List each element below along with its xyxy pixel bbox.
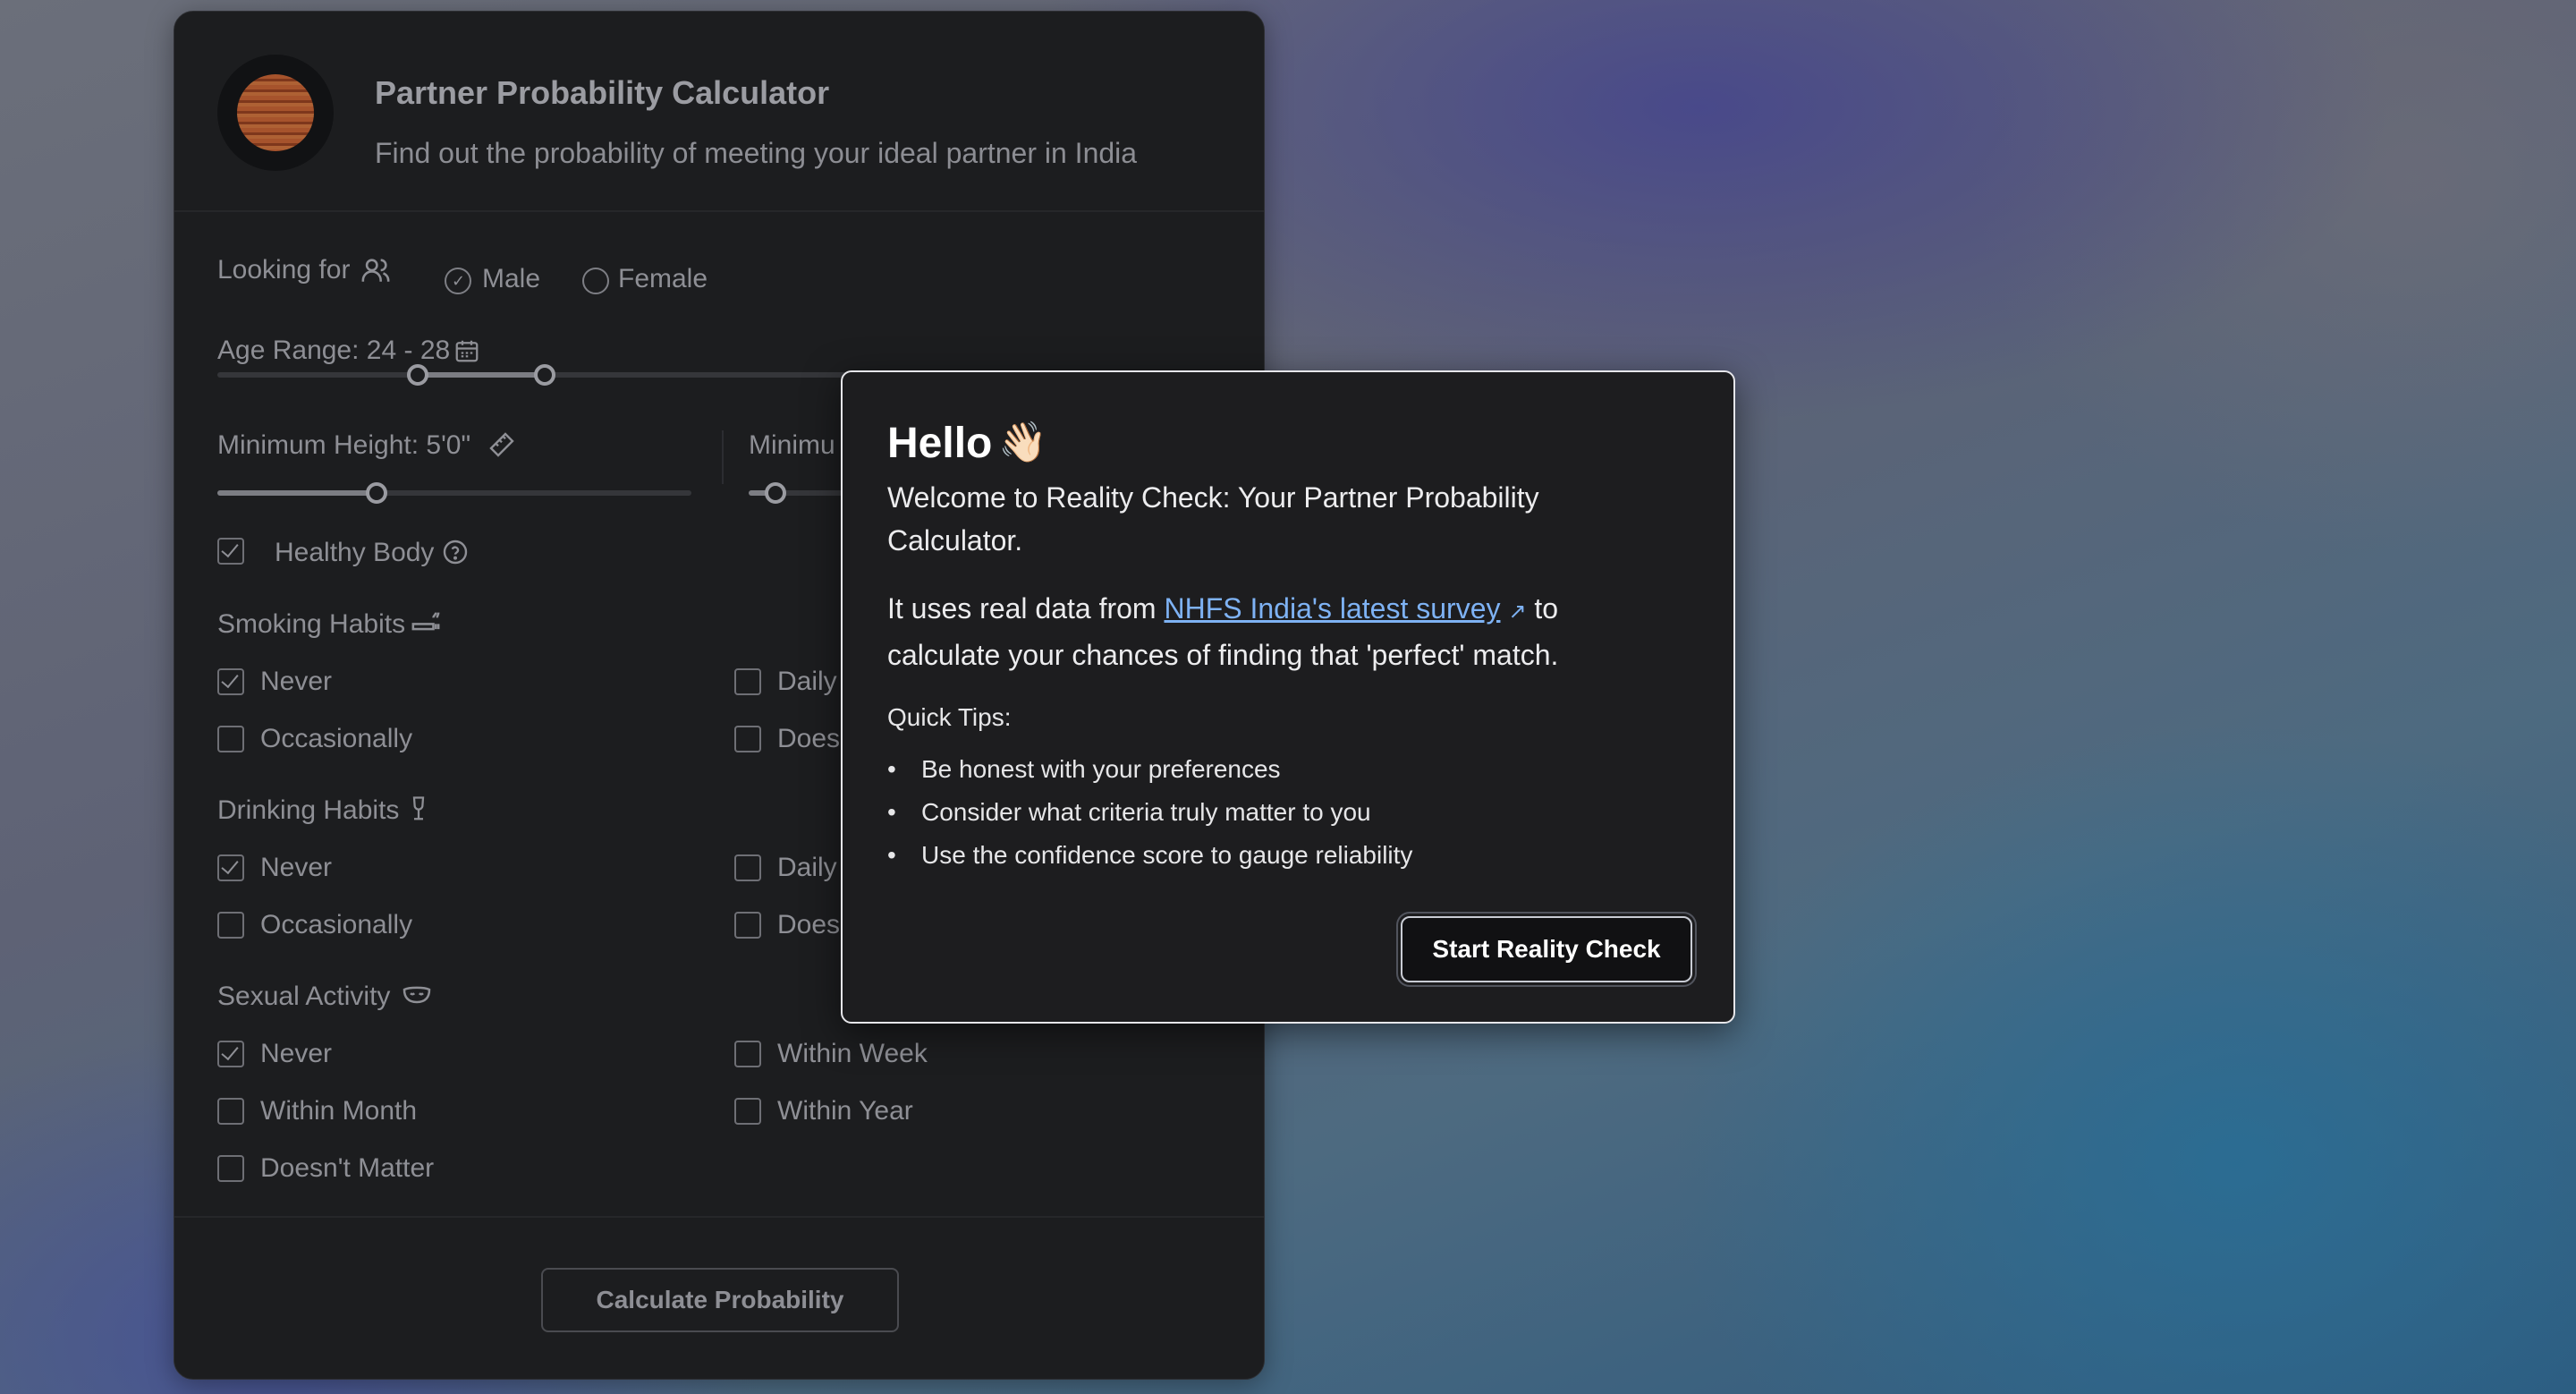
dialog-title: Hello (887, 420, 993, 467)
drinking-occasionally-label[interactable]: Occasionally (260, 910, 412, 940)
age-range-label: Age Range: 24 - 28 (217, 336, 451, 365)
list-item: Be honest with your preferences (887, 748, 1412, 791)
dialog-description: It uses real data from NHFS India's late… (887, 587, 1674, 676)
checkmark-icon (221, 855, 239, 875)
drinking-doesnt-matter-label[interactable]: Does (777, 910, 840, 940)
card-header: Partner Probability Calculator Find out … (174, 12, 1264, 212)
drinking-never-checkbox[interactable] (217, 854, 244, 881)
sexual-within-month-checkbox[interactable] (217, 1098, 244, 1125)
dialog-welcome-text: Welcome to Reality Check: Your Partner P… (887, 481, 1539, 557)
checkmark-icon (221, 1041, 239, 1061)
description-text-before: It uses real data from (887, 592, 1165, 625)
users-icon (361, 259, 390, 282)
smoking-daily-checkbox[interactable] (734, 668, 761, 695)
checkmark-icon (221, 669, 239, 689)
sexual-doesnt-matter-checkbox[interactable] (217, 1155, 244, 1182)
smoking-doesnt-matter-label[interactable]: Does (777, 724, 840, 754)
age-max-thumb[interactable] (534, 364, 555, 386)
min-height-label: Minimum Height: 5'0" (217, 430, 471, 460)
smoking-never-checkbox[interactable] (217, 668, 244, 695)
sexual-within-month-label[interactable]: Within Month (260, 1096, 417, 1126)
drinking-never-label[interactable]: Never (260, 853, 332, 883)
smoking-occasionally-label[interactable]: Occasionally (260, 724, 412, 754)
sexual-within-year-checkbox[interactable] (734, 1098, 761, 1125)
min-other-label: Minimu (749, 430, 835, 460)
list-item: Use the confidence score to gauge reliab… (887, 834, 1412, 877)
min-height-fill (217, 490, 378, 496)
waving-hand-icon: 👋🏻 (998, 421, 1047, 464)
list-item: Consider what criteria truly matter to y… (887, 791, 1412, 834)
column-divider (722, 430, 724, 484)
checkmark-icon (221, 539, 239, 558)
min-other-thumb[interactable] (765, 482, 786, 504)
sexual-within-year-label[interactable]: Within Year (777, 1096, 913, 1126)
smoking-doesnt-matter-checkbox[interactable] (734, 726, 761, 752)
sexual-within-week-label[interactable]: Within Week (777, 1039, 928, 1069)
smoking-label: Smoking Habits (217, 609, 406, 639)
sexual-doesnt-matter-label[interactable]: Doesn't Matter (260, 1153, 434, 1184)
footer-divider (174, 1216, 1264, 1218)
nhfs-survey-link[interactable]: NHFS India's latest survey (1164, 592, 1500, 625)
quick-tips-list: Be honest with your preferences Consider… (887, 748, 1412, 877)
page-title: Partner Probability Calculator (375, 74, 830, 111)
app-logo (217, 55, 334, 171)
smoking-daily-label[interactable]: Daily (777, 667, 837, 697)
sunset-logo-icon (237, 74, 314, 151)
mask-icon (402, 986, 431, 1004)
help-circle-icon[interactable] (441, 538, 470, 566)
age-min-thumb[interactable] (407, 364, 428, 386)
quick-tips-heading: Quick Tips: (887, 703, 1012, 731)
external-link-icon[interactable]: ↗ (1508, 599, 1526, 624)
calendar-icon (455, 340, 479, 362)
drinking-daily-label[interactable]: Daily (777, 853, 837, 883)
age-range-fill (418, 372, 547, 378)
wine-glass-icon (412, 796, 425, 820)
sexual-activity-label: Sexual Activity (217, 982, 391, 1011)
drinking-label: Drinking Habits (217, 795, 400, 825)
page-subtitle: Find out the probability of meeting your… (375, 137, 1138, 169)
start-reality-check-button[interactable]: Start Reality Check (1401, 916, 1692, 982)
check-icon: ✓ (452, 272, 466, 290)
sexual-never-checkbox[interactable] (217, 1041, 244, 1067)
healthy-body-checkbox[interactable] (217, 538, 244, 565)
radio-female[interactable] (582, 268, 609, 294)
smoking-never-label[interactable]: Never (260, 667, 332, 697)
healthy-body-label[interactable]: Healthy Body (275, 538, 434, 568)
ruler-icon (489, 432, 514, 457)
smoking-occasionally-checkbox[interactable] (217, 726, 244, 752)
welcome-dialog: Hello 👋🏻 Welcome to Reality Check: Your … (841, 370, 1735, 1024)
radio-female-label[interactable]: Female (618, 264, 708, 294)
drinking-occasionally-checkbox[interactable] (217, 912, 244, 939)
radio-male-label[interactable]: Male (482, 264, 540, 294)
sexual-within-week-checkbox[interactable] (734, 1041, 761, 1067)
looking-for-label: Looking for (217, 255, 351, 285)
cigarette-icon (411, 612, 440, 631)
sexual-never-label[interactable]: Never (260, 1039, 332, 1069)
radio-male[interactable]: ✓ (445, 268, 471, 294)
min-height-thumb[interactable] (366, 482, 387, 504)
drinking-doesnt-matter-checkbox[interactable] (734, 912, 761, 939)
drinking-daily-checkbox[interactable] (734, 854, 761, 881)
calculate-probability-button[interactable]: Calculate Probability (541, 1268, 899, 1332)
